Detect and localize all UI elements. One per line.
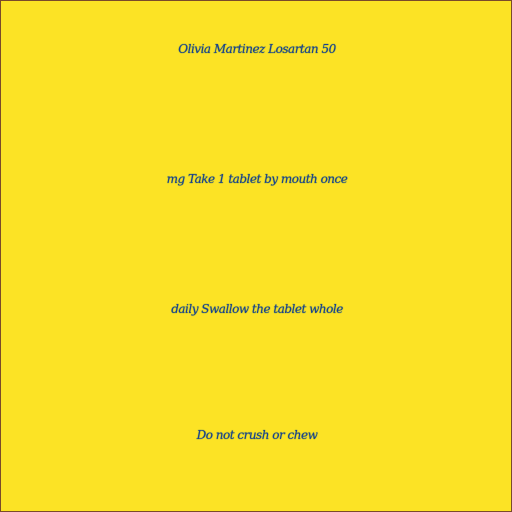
- label-card: Olivia Martinez Losartan 50 mg Take 1 ta…: [0, 0, 512, 512]
- label-text-line-2: mg Take 1 tablet by mouth once: [166, 172, 348, 186]
- label-text-line-3: daily Swallow the tablet whole: [171, 302, 343, 316]
- label-text-line-4: Do not crush or chew: [196, 428, 318, 442]
- label-text-line-1: Olivia Martinez Losartan 50: [178, 42, 336, 56]
